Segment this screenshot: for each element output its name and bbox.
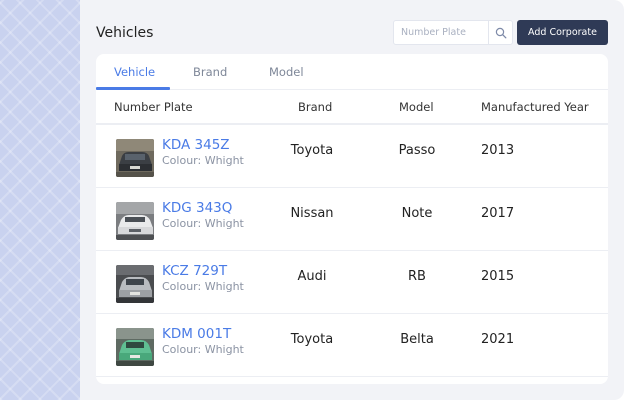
tab-vehicle[interactable]: Vehicle xyxy=(114,65,155,79)
vehicle-model: Belta xyxy=(400,332,434,347)
search-icon xyxy=(495,27,506,38)
car-thumbnail xyxy=(116,265,154,303)
vehicle-brand: Toyota xyxy=(290,332,334,347)
car-thumbnail xyxy=(116,202,154,240)
car-photo-icon xyxy=(116,328,154,366)
vehicle-brand: Toyota xyxy=(290,143,334,158)
vehicle-plate-link[interactable]: KCZ 729T xyxy=(162,263,227,279)
decorative-pattern-background xyxy=(0,0,80,400)
vehicles-card: Vehicle Brand Model Number Plate Brand M… xyxy=(96,54,608,384)
table-header: Number Plate Brand Model Manufactured Ye… xyxy=(96,91,608,125)
tab-model[interactable]: Model xyxy=(269,65,304,79)
vehicle-brand: Audi xyxy=(297,269,327,284)
table-row[interactable]: KDG 343Q Colour: Whight Nissan Note 2017 xyxy=(96,188,608,251)
column-header-model: Model xyxy=(399,100,434,114)
car-photo-icon xyxy=(116,139,154,177)
column-header-manufactured-year: Manufactured Year xyxy=(481,100,589,114)
vehicle-colour: Colour: Whight xyxy=(162,217,244,230)
vehicle-plate-link[interactable]: KDA 345Z xyxy=(162,137,230,153)
vehicle-brand: Nissan xyxy=(290,206,334,221)
search-box xyxy=(393,20,513,45)
active-tab-indicator xyxy=(96,87,170,90)
vehicle-model: Note xyxy=(401,206,433,221)
vehicle-colour: Colour: Whight xyxy=(162,343,244,356)
number-plate-search-input[interactable] xyxy=(394,21,490,44)
vehicle-model: Passo xyxy=(398,143,436,158)
car-thumbnail xyxy=(116,328,154,366)
vehicle-colour: Colour: Whight xyxy=(162,154,244,167)
vehicle-year: 2013 xyxy=(481,143,515,158)
vehicle-year: 2021 xyxy=(481,332,515,347)
vehicle-plate-link[interactable]: KDG 343Q xyxy=(162,200,232,216)
vehicle-model: RB xyxy=(408,269,426,284)
table-row[interactable]: KDM 001T Colour: Whight Toyota Belta 202… xyxy=(96,314,608,377)
table-row[interactable]: KCZ 729T Colour: Whight Audi RB 2015 xyxy=(96,251,608,314)
car-photo-icon xyxy=(116,202,154,240)
page-title: Vehicles xyxy=(96,25,154,41)
search-button[interactable] xyxy=(488,21,512,44)
tab-brand[interactable]: Brand xyxy=(193,65,227,79)
column-header-brand: Brand xyxy=(298,100,333,114)
vehicle-colour: Colour: Whight xyxy=(162,280,244,293)
column-header-number-plate: Number Plate xyxy=(114,100,193,114)
car-photo-icon xyxy=(116,265,154,303)
vehicle-year: 2015 xyxy=(481,269,515,284)
vehicle-year: 2017 xyxy=(481,206,515,221)
tab-bar: Vehicle Brand Model xyxy=(96,54,608,90)
vehicle-plate-link[interactable]: KDM 001T xyxy=(162,326,231,342)
table-row[interactable]: KDA 345Z Colour: Whight Toyota Passo 201… xyxy=(96,125,608,188)
car-thumbnail xyxy=(116,139,154,177)
add-corporate-button[interactable]: Add Corporate xyxy=(517,20,608,45)
